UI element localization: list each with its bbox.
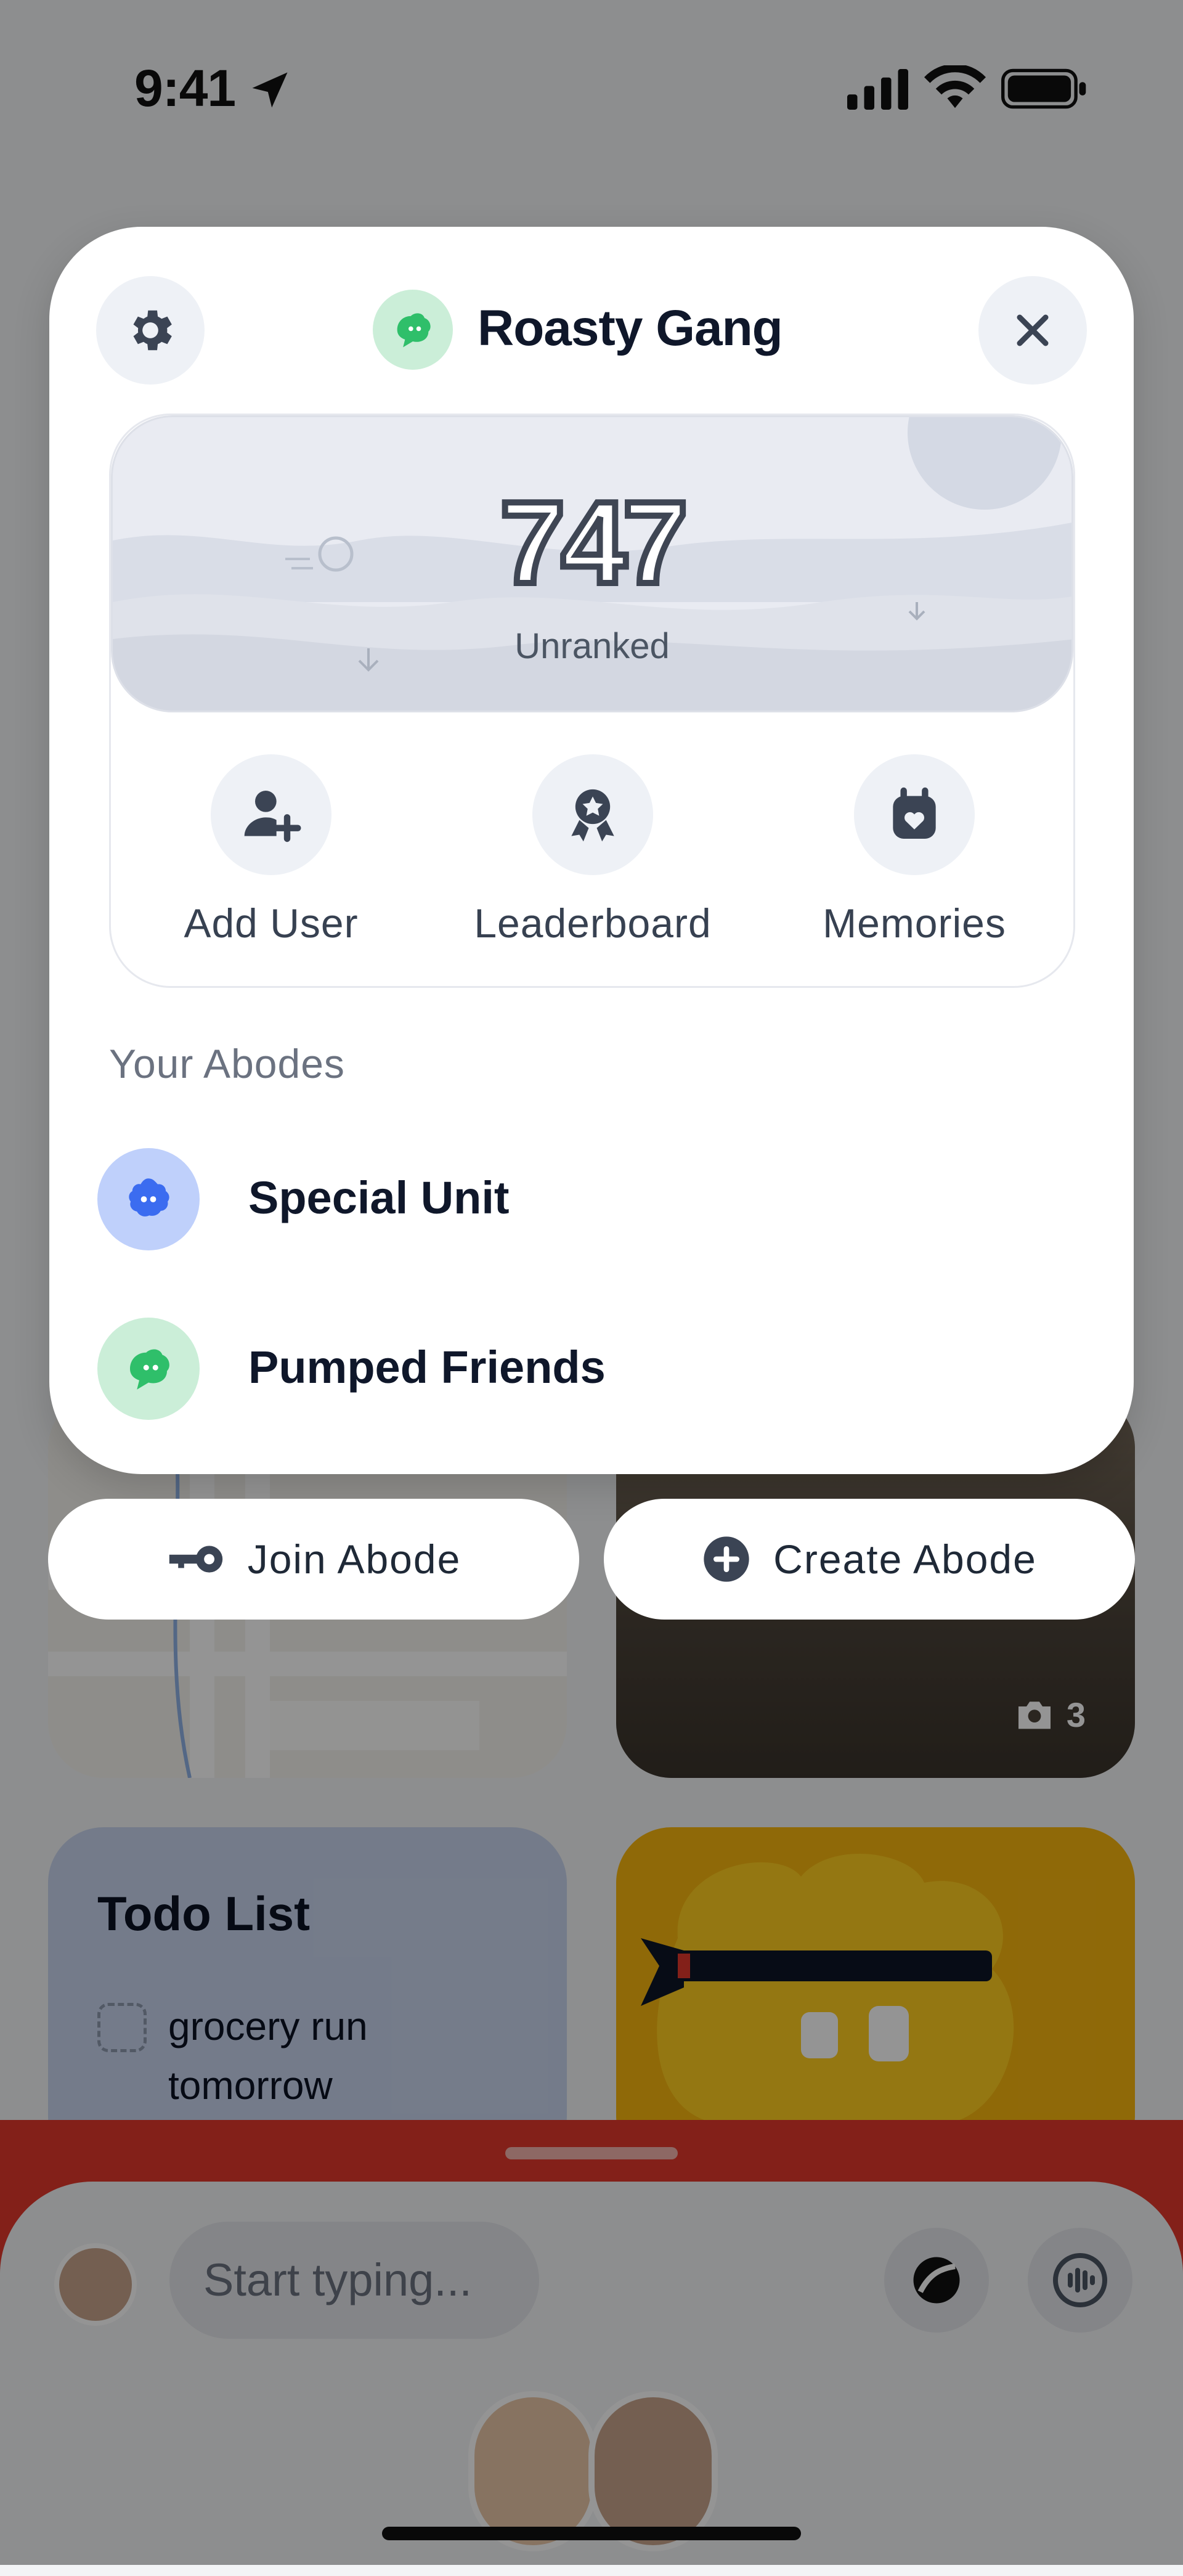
- settings-button[interactable]: [96, 276, 205, 385]
- add-user-label: Add User: [184, 900, 359, 946]
- current-abode-avatar: [373, 290, 453, 370]
- key-icon: [169, 1546, 222, 1573]
- leaderboard-label: Leaderboard: [474, 900, 712, 946]
- pumped-friends-avatar: [97, 1318, 200, 1420]
- abode-switcher-modal: Roasty Gang 747 Unranked Add User Leader…: [49, 227, 1134, 1474]
- plus-circle-icon: [704, 1536, 749, 1582]
- abode-row-pumped-friends[interactable]: Pumped Friends: [97, 1318, 1083, 1422]
- add-user-action[interactable]: Add User: [111, 754, 431, 947]
- leaderboard-action[interactable]: Leaderboard: [433, 754, 753, 947]
- memories-action[interactable]: Memories: [754, 754, 1073, 947]
- memories-icon: [893, 787, 936, 839]
- add-user-icon: [244, 791, 301, 842]
- award-icon: [571, 789, 614, 842]
- memories-label: Memories: [823, 900, 1006, 946]
- score-banner[interactable]: 747 Unranked: [111, 415, 1073, 712]
- blob-mascot-icon: [130, 1349, 169, 1390]
- add-user-button[interactable]: [211, 754, 331, 875]
- special-unit-avatar: [97, 1148, 200, 1250]
- abode-row-special-unit[interactable]: Special Unit: [97, 1148, 1083, 1253]
- abode-rank: Unranked: [514, 626, 670, 666]
- close-button[interactable]: [978, 276, 1087, 385]
- leaderboard-button[interactable]: [532, 754, 653, 875]
- gear-icon: [133, 310, 172, 351]
- abode-summary-card: 747 Unranked Add User Leaderboard Memori…: [109, 414, 1075, 988]
- your-abodes-heading: Your Abodes: [109, 1041, 345, 1086]
- join-abode-label: Join Abode: [247, 1536, 461, 1582]
- special-unit-name: Special Unit: [248, 1172, 510, 1223]
- abode-score-value: 747: [497, 475, 691, 611]
- blob-mascot-icon: [397, 313, 431, 348]
- pumped-friends-name: Pumped Friends: [248, 1342, 606, 1393]
- modal-title: Roasty Gang: [478, 300, 783, 356]
- join-abode-button[interactable]: Join Abode: [48, 1499, 579, 1620]
- create-abode-label: Create Abode: [773, 1536, 1037, 1582]
- create-abode-button[interactable]: Create Abode: [604, 1499, 1135, 1620]
- close-icon: [1017, 314, 1049, 346]
- blob-mascot-icon: [129, 1178, 169, 1217]
- memories-button[interactable]: [854, 754, 975, 875]
- abode-score: 747: [113, 475, 1071, 611]
